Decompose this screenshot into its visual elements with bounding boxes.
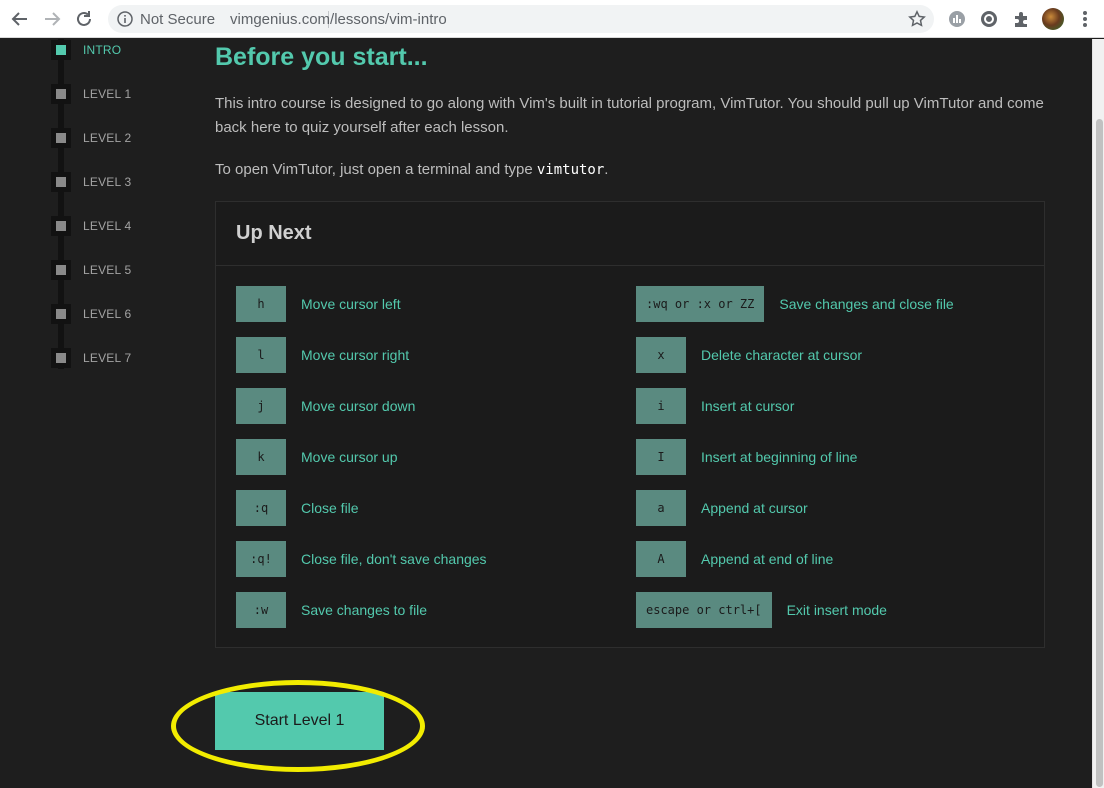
step-marker [51,304,71,324]
command-row: i Insert at cursor [636,388,794,424]
page-scrollbar[interactable] [1092,39,1104,788]
command-row: :wq or :x or ZZ Save changes and close f… [636,286,954,322]
command-key: :q! [236,541,286,577]
sidebar-item-label: LEVEL 7 [83,351,132,365]
command-key: escape or ctrl+[ [636,592,772,628]
sidebar-item-label: LEVEL 5 [83,263,132,277]
command-key: l [236,337,286,373]
security-status[interactable]: Not Secure [140,11,215,28]
back-arrow-icon [11,12,27,26]
start-level-button[interactable]: Start Level 1 [215,692,384,750]
command-description: Insert at beginning of line [701,449,858,465]
analytics-extension-icon[interactable] [947,9,967,29]
command-description: Move cursor left [301,296,401,312]
extensions-puzzle-icon[interactable] [1011,9,1031,29]
command-description: Append at cursor [701,500,808,516]
command-key: x [636,337,686,373]
lesson-page: INTRO LEVEL 1 LEVEL 2 LEVEL 3 LEVEL 4 LE… [0,39,1092,788]
page-title: Before you start... [215,43,428,71]
sidebar-item-label: LEVEL 3 [83,175,132,189]
command-key: :wq or :x or ZZ [636,286,765,322]
command-row: escape or ctrl+[ Exit insert mode [636,592,887,628]
bookmark-star-icon[interactable] [908,10,926,28]
step-marker [51,40,71,60]
profile-avatar[interactable] [1042,8,1064,30]
command-description: Exit insert mode [786,602,887,618]
sidebar-item-label: INTRO [83,43,122,57]
command-key: :w [236,592,286,628]
command-description: Move cursor up [301,449,398,465]
command-key: k [236,439,286,475]
grammar-extension-icon[interactable] [979,9,999,29]
step-marker [51,260,71,280]
url-text[interactable]: vimgenius.com/lessons/vim-intro [230,11,447,28]
command-row: k Move cursor up [236,439,397,475]
command-row: j Move cursor down [236,388,415,424]
sidebar-item-label: LEVEL 2 [83,131,132,145]
sidebar-item-label: LEVEL 6 [83,307,132,321]
command-description: Move cursor down [301,398,416,414]
up-next-header: Up Next [216,202,1044,266]
command-row: :q Close file [236,490,359,526]
browser-toolbar: Not Secure vimgenius.com/lessons/vim-int… [0,0,1104,38]
command-row: x Delete character at cursor [636,337,862,373]
command-key: :q [236,490,286,526]
step-marker [51,216,71,236]
command-row: :w Save changes to file [236,592,427,628]
sidebar-item-level-4[interactable]: LEVEL 4 [51,216,131,236]
step-marker [51,84,71,104]
command-key: i [636,388,686,424]
command-key: A [636,541,686,577]
command-description: Save changes and close file [779,296,954,312]
reload-icon [77,11,91,26]
sidebar-item-level-6[interactable]: LEVEL 6 [51,304,131,324]
sidebar-item-label: LEVEL 1 [83,87,132,101]
instructions-end: . [604,161,609,178]
sidebar-item-label: LEVEL 4 [83,219,132,233]
up-next-card: Up Next h Move cursor left l Move cursor… [215,201,1045,648]
command-description: Move cursor right [301,347,410,363]
sidebar-item-level-2[interactable]: LEVEL 2 [51,128,131,148]
command-description: Save changes to file [301,602,428,618]
command-description: Close file [301,500,359,516]
sidebar-item-level-7[interactable]: LEVEL 7 [51,348,131,368]
vimtutor-command: vimtutor [536,162,605,178]
command-description: Close file, don't save changes [301,551,487,567]
command-row: :q! Close file, don't save changes [236,541,487,577]
vimtutor-instructions: To open VimTutor, just open a terminal a… [215,158,1055,182]
command-row: a Append at cursor [636,490,808,526]
command-description: Append at end of line [701,551,834,567]
step-marker [51,348,71,368]
command-description: Delete character at cursor [701,347,863,363]
back-button[interactable] [8,7,32,31]
command-key: j [236,388,286,424]
scrollbar-thumb[interactable] [1096,119,1103,787]
instructions-text: To open VimTutor, just open a terminal a… [215,161,537,178]
reload-button[interactable] [72,7,96,31]
command-description: Insert at cursor [701,398,795,414]
address-bar[interactable]: Not Secure vimgenius.com/lessons/vim-int… [108,5,934,33]
forward-button[interactable] [40,7,64,31]
command-row: A Append at end of line [636,541,833,577]
forward-arrow-icon [45,12,61,26]
command-key: a [636,490,686,526]
browser-menu-icon[interactable] [1078,9,1092,29]
command-row: I Insert at beginning of line [636,439,857,475]
up-next-heading: Up Next [236,222,312,244]
command-key: h [236,286,286,322]
sidebar-item-level-1[interactable]: LEVEL 1 [51,84,131,104]
sidebar-item-level-5[interactable]: LEVEL 5 [51,260,131,280]
command-row: h Move cursor left [236,286,401,322]
sidebar-item-level-3[interactable]: LEVEL 3 [51,172,131,192]
step-marker [51,172,71,192]
command-row: l Move cursor right [236,337,409,373]
intro-paragraph: This intro course is designed to go alon… [215,95,1044,136]
command-key: I [636,439,686,475]
info-icon[interactable] [117,11,133,27]
sidebar-item-intro[interactable]: INTRO [51,40,121,60]
step-marker [51,128,71,148]
